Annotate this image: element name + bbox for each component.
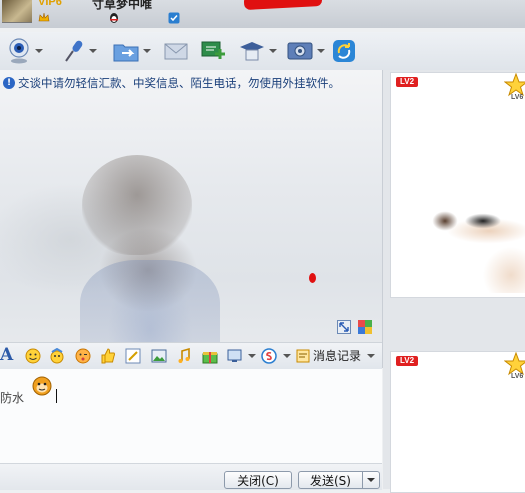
theme-color-icon[interactable] bbox=[358, 320, 372, 334]
chevron-down-icon[interactable] bbox=[35, 49, 43, 53]
avatar[interactable] bbox=[2, 0, 32, 23]
magic-emoticon-icon[interactable] bbox=[49, 348, 65, 364]
qq-penguin-icon bbox=[110, 13, 118, 23]
contact-card[interactable]: LV2 LV6 bbox=[390, 72, 525, 298]
sync-icon bbox=[333, 40, 355, 62]
settings-button[interactable] bbox=[286, 36, 325, 66]
games-button[interactable] bbox=[330, 36, 358, 66]
folder-send-icon bbox=[113, 44, 139, 62]
thumbs-up-icon[interactable] bbox=[100, 348, 116, 364]
star-level: LV6 bbox=[511, 373, 524, 380]
main-toolbar bbox=[0, 32, 525, 70]
mail-button[interactable] bbox=[163, 36, 189, 66]
star-level: LV6 bbox=[511, 94, 524, 101]
webcam-icon bbox=[9, 38, 29, 64]
close-button[interactable]: 关闭(C) bbox=[224, 471, 292, 489]
message-history-label: 消息记录 bbox=[313, 349, 362, 363]
font-button[interactable]: A bbox=[0, 345, 13, 365]
soso-icon[interactable] bbox=[261, 348, 277, 364]
input-text: 防水 bbox=[0, 391, 25, 405]
board-add-icon bbox=[201, 41, 225, 59]
screenshot-icon[interactable] bbox=[125, 348, 141, 364]
music-icon[interactable] bbox=[176, 348, 192, 364]
verified-icon bbox=[168, 12, 180, 24]
send-button[interactable]: 发送(S) bbox=[298, 471, 362, 489]
chevron-down-icon bbox=[367, 478, 375, 482]
microphone-icon bbox=[65, 40, 83, 62]
wink-emoticon-icon[interactable] bbox=[75, 348, 91, 364]
side-panel: LV2 LV6 LV2 LV6 bbox=[383, 70, 525, 493]
smiley-icon[interactable] bbox=[25, 348, 41, 364]
my-card[interactable]: LV2 LV6 bbox=[390, 351, 525, 493]
background-photo bbox=[82, 155, 192, 255]
monkey-emoticon-icon bbox=[32, 376, 52, 396]
shield-icon: ! bbox=[3, 77, 15, 89]
security-notice-text: 交谈中请勿轻信汇款、中奖信息、陌生电话，勿使用外挂软件。 bbox=[18, 76, 340, 90]
send-file-button[interactable] bbox=[112, 36, 151, 66]
expand-icon[interactable] bbox=[337, 320, 351, 334]
chevron-down-icon[interactable] bbox=[89, 49, 97, 53]
chevron-down-icon[interactable] bbox=[269, 49, 277, 53]
redaction-mark bbox=[243, 0, 323, 11]
contact-photo bbox=[431, 193, 525, 293]
chat-history-area[interactable]: ! 交谈中请勿轻信汇款、中奖信息、陌生电话，勿使用外挂软件。 bbox=[0, 70, 383, 368]
chevron-down-icon[interactable] bbox=[283, 354, 291, 358]
voice-call-button[interactable] bbox=[62, 36, 97, 66]
chevron-down-icon bbox=[367, 353, 376, 358]
send-options-button[interactable] bbox=[362, 471, 380, 489]
level-badge: LV2 bbox=[396, 77, 419, 87]
message-history-button[interactable]: 消息记录 bbox=[296, 347, 376, 364]
chevron-down-icon[interactable] bbox=[248, 354, 256, 358]
text-cursor bbox=[56, 389, 57, 403]
level-badge: LV2 bbox=[396, 356, 419, 366]
remote-assist-button[interactable] bbox=[238, 36, 277, 66]
history-icon bbox=[296, 349, 310, 362]
settings-icon bbox=[287, 42, 313, 60]
crown-icon bbox=[38, 12, 50, 22]
message-input[interactable]: 防水 bbox=[0, 369, 382, 463]
bottom-action-bar: 关闭(C) 发送(S) bbox=[0, 463, 382, 490]
security-notice: ! 交谈中请勿轻信汇款、中奖信息、陌生电话，勿使用外挂软件。 bbox=[3, 75, 340, 91]
image-icon[interactable] bbox=[151, 348, 167, 364]
mail-icon bbox=[164, 43, 188, 60]
gift-icon[interactable] bbox=[202, 348, 218, 364]
chevron-down-icon[interactable] bbox=[143, 49, 151, 53]
red-mark bbox=[309, 273, 316, 283]
app-add-button[interactable] bbox=[200, 36, 226, 66]
graduation-cap-icon bbox=[240, 42, 264, 61]
screen-capture-icon[interactable] bbox=[227, 348, 243, 364]
contact-nickname: 寸草梦中唯 bbox=[92, 0, 153, 11]
title-bar: VIP6 寸草梦中唯 bbox=[0, 0, 525, 28]
video-call-button[interactable] bbox=[6, 36, 43, 66]
vip-badge: VIP6 bbox=[38, 0, 62, 8]
chevron-down-icon[interactable] bbox=[317, 49, 325, 53]
format-toolbar: A 消息记录 bbox=[0, 342, 382, 370]
